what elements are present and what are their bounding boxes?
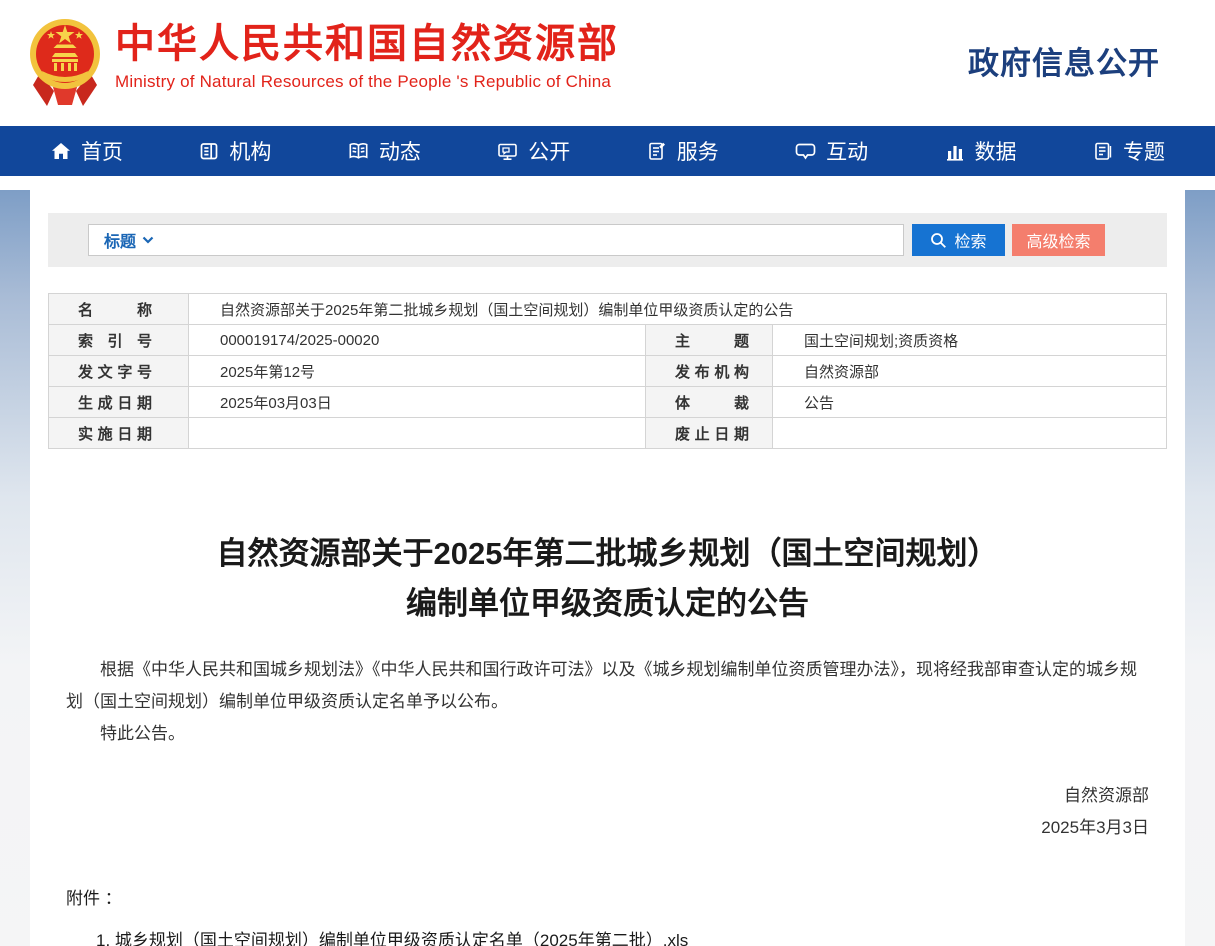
document-meta-table: 名称 自然资源部关于2025年第二批城乡规划（国土空间规划）编制单位甲级资质认定… <box>48 293 1167 449</box>
attachment-link-1[interactable]: 1. 城乡规划（国土空间规划）编制单位甲级资质认定名单（2025年第二批）.xl… <box>66 926 1149 946</box>
signature-date: 2025年3月3日 <box>66 812 1149 844</box>
home-icon <box>50 140 72 162</box>
meta-value-effective-date <box>189 418 646 449</box>
meta-label-issuing-agency: 发布机构 <box>646 356 773 387</box>
nav-item-news[interactable]: 动态 <box>347 136 421 166</box>
interaction-icon <box>794 140 817 162</box>
content-card: 标题 检索 高级检索 名称 自然资源部关于2025年第二批城乡规划（国土空间规划… <box>30 190 1185 946</box>
search-box: 标题 <box>88 224 904 256</box>
data-icon <box>944 140 966 162</box>
advanced-search-label: 高级检索 <box>1026 228 1090 252</box>
table-row: 索引号 000019174/2025-00020 主题 国土空间规划;资质资格 <box>49 325 1167 356</box>
nav-label: 数据 <box>975 136 1017 166</box>
search-input[interactable] <box>164 225 903 255</box>
table-row: 名称 自然资源部关于2025年第二批城乡规划（国土空间规划）编制单位甲级资质认定… <box>49 294 1167 325</box>
meta-value-doc-number: 2025年第12号 <box>189 356 646 387</box>
page-background: 标题 检索 高级检索 名称 自然资源部关于2025年第二批城乡规划（国土空间规划… <box>0 190 1215 946</box>
advanced-search-button[interactable]: 高级检索 <box>1012 224 1105 256</box>
nav-label: 动态 <box>379 136 421 166</box>
nav-label: 服务 <box>677 136 719 166</box>
nav-item-interaction[interactable]: 互动 <box>794 136 868 166</box>
meta-label-repeal-date: 废止日期 <box>646 418 773 449</box>
meta-label-index-number: 索引号 <box>49 325 189 356</box>
page-title: 自然资源部关于2025年第二批城乡规划（国土空间规划）编制单位甲级资质认定的公告 <box>213 529 1003 628</box>
meta-label-effective-date: 实施日期 <box>49 418 189 449</box>
nav-label: 首页 <box>81 136 123 166</box>
article-paragraph: 特此公告。 <box>66 718 1149 750</box>
search-panel: 标题 检索 高级检索 <box>48 213 1167 267</box>
national-emblem-logo <box>28 13 102 113</box>
announcement-article: 自然资源部关于2025年第二批城乡规划（国土空间规划）编制单位甲级资质认定的公告… <box>30 529 1185 946</box>
main-navbar: 首页 机构 动态 公开 服务 互动 数据 专题 <box>0 126 1215 176</box>
search-button[interactable]: 检索 <box>912 224 1005 256</box>
nav-label: 公开 <box>528 136 570 166</box>
nav-item-data[interactable]: 数据 <box>944 136 1017 166</box>
search-button-label: 检索 <box>954 228 986 252</box>
nav-label: 互动 <box>826 136 868 166</box>
disclosure-icon <box>496 140 519 162</box>
search-icon <box>930 232 947 249</box>
section-title-gov-info-disclosure: 政府信息公开 <box>968 38 1160 83</box>
meta-label-name: 名称 <box>49 294 189 325</box>
meta-value-index-number: 000019174/2025-00020 <box>189 325 646 356</box>
meta-label-doc-number: 发文字号 <box>49 356 189 387</box>
meta-value-issuing-agency: 自然资源部 <box>773 356 1167 387</box>
nav-item-topics[interactable]: 专题 <box>1092 136 1165 166</box>
signature-block: 自然资源部 2025年3月3日 <box>66 780 1149 844</box>
article-paragraph: 根据《中华人民共和国城乡规划法》《中华人民共和国行政许可法》以及《城乡规划编制单… <box>66 654 1149 718</box>
signature-org: 自然资源部 <box>66 780 1149 812</box>
nav-item-organization[interactable]: 机构 <box>198 136 271 166</box>
table-row: 发文字号 2025年第12号 发布机构 自然资源部 <box>49 356 1167 387</box>
search-field-selector[interactable]: 标题 <box>89 228 164 252</box>
topics-icon <box>1092 140 1114 162</box>
nav-item-disclosure[interactable]: 公开 <box>496 136 570 166</box>
meta-label-created-date: 生成日期 <box>49 387 189 418</box>
meta-value-name: 自然资源部关于2025年第二批城乡规划（国土空间规划）编制单位甲级资质认定的公告 <box>189 294 1167 325</box>
table-row: 实施日期 废止日期 <box>49 418 1167 449</box>
site-header: 中华人民共和国自然资源部 Ministry of Natural Resourc… <box>0 0 1215 126</box>
meta-label-subject: 主题 <box>646 325 773 356</box>
news-icon <box>347 140 370 162</box>
organization-icon <box>198 140 220 162</box>
meta-value-created-date: 2025年03月03日 <box>189 387 646 418</box>
meta-value-subject: 国土空间规划;资质资格 <box>773 325 1167 356</box>
nav-label: 机构 <box>229 136 271 166</box>
service-icon <box>646 140 668 162</box>
attachments-section: 附件 ： 1. 城乡规划（国土空间规划）编制单位甲级资质认定名单（2025年第二… <box>66 884 1149 946</box>
table-row: 生成日期 2025年03月03日 体裁 公告 <box>49 387 1167 418</box>
search-field-label: 标题 <box>104 228 136 252</box>
site-title: 中华人民共和国自然资源部 <box>115 18 619 70</box>
site-subtitle: Ministry of Natural Resources of the Peo… <box>115 72 619 92</box>
nav-item-home[interactable]: 首页 <box>50 136 123 166</box>
attachments-heading: 附件 ： <box>66 884 1149 914</box>
nav-item-service[interactable]: 服务 <box>646 136 719 166</box>
chevron-down-icon <box>142 236 154 244</box>
meta-value-genre: 公告 <box>773 387 1167 418</box>
nav-label: 专题 <box>1123 136 1165 166</box>
meta-value-repeal-date <box>773 418 1167 449</box>
meta-label-genre: 体裁 <box>646 387 773 418</box>
